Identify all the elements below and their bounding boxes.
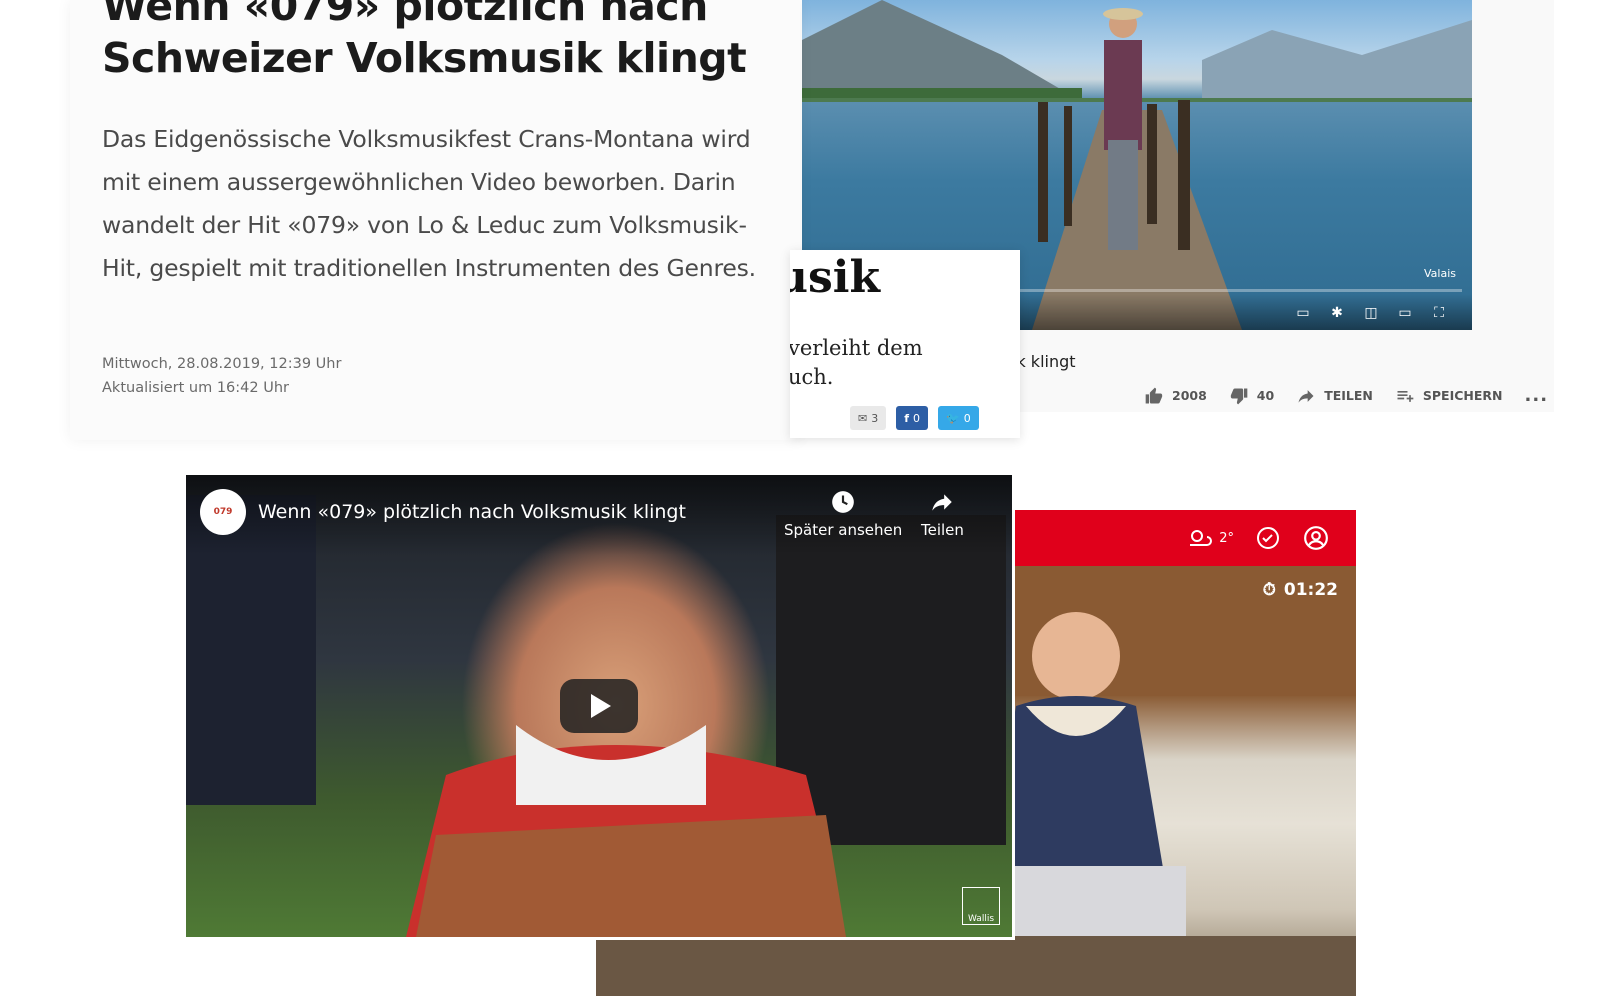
share-button[interactable]: TEILEN bbox=[1296, 386, 1373, 406]
dislike-button[interactable]: 40 bbox=[1229, 386, 1274, 406]
thumbs-down-icon bbox=[1230, 388, 1248, 404]
share-video-label: Teilen bbox=[921, 521, 964, 539]
published-date: Mittwoch, 28.08.2019, 12:39 Uhr bbox=[102, 356, 342, 372]
fullscreen-icon[interactable]: ⛶ bbox=[1430, 306, 1448, 320]
mail-count: 3 bbox=[871, 411, 879, 425]
share-label: TEILEN bbox=[1324, 388, 1373, 403]
thumbs-up-icon bbox=[1145, 387, 1163, 403]
facebook-share-button[interactable]: f 0 bbox=[896, 406, 929, 430]
facebook-icon: f bbox=[904, 411, 910, 425]
play-icon bbox=[591, 694, 611, 718]
share-video-button[interactable]: Teilen bbox=[921, 489, 964, 539]
clock-icon bbox=[832, 491, 854, 513]
theater-mode-icon[interactable]: ▭ bbox=[1396, 306, 1414, 320]
article-lead: Das Eidgenössische Volksmusikfest Crans-… bbox=[102, 125, 756, 282]
video-title-fragment: ik klingt bbox=[1012, 352, 1076, 371]
header-icons: 2° bbox=[1185, 524, 1330, 552]
video-duration: ⏱ 01:22 bbox=[1263, 580, 1338, 600]
video-title[interactable]: Wenn «079» plötzlich nach Volksmusik kli… bbox=[258, 501, 686, 523]
valais-watermark: Valais bbox=[1424, 267, 1456, 280]
facebook-count: 0 bbox=[913, 411, 921, 425]
twitter-icon: 🐦 bbox=[946, 411, 960, 425]
mail-icon: ✉ bbox=[858, 411, 868, 425]
subtitles-icon[interactable]: ▭ bbox=[1294, 306, 1312, 320]
more-button[interactable]: ... bbox=[1525, 385, 1549, 406]
user-account-icon[interactable] bbox=[1302, 524, 1330, 552]
watch-later-label: Später ansehen bbox=[784, 521, 903, 539]
save-button[interactable]: SPEICHERN bbox=[1395, 386, 1503, 406]
article-dates: Mittwoch, 28.08.2019, 12:39 Uhr Aktualis… bbox=[102, 352, 341, 400]
like-count: 2008 bbox=[1172, 388, 1207, 403]
miniplayer-icon[interactable]: ◫ bbox=[1362, 306, 1380, 320]
shield-check-icon[interactable] bbox=[1254, 524, 1282, 552]
duration-value: 01:22 bbox=[1283, 580, 1338, 600]
channel-avatar[interactable]: 079 bbox=[200, 489, 246, 535]
wallis-watermark: Wallis bbox=[962, 887, 1000, 925]
play-button[interactable] bbox=[560, 679, 638, 733]
stopwatch-icon: ⏱ bbox=[1262, 580, 1276, 600]
article-title: Wenn «079» plötzlich nach Schweizer Volk… bbox=[102, 0, 747, 82]
watch-later-button[interactable]: Später ansehen bbox=[784, 489, 902, 539]
overlay-article-card: usik verleiht dem uch. ✉ 3 f 0 🐦 0 bbox=[790, 250, 1020, 438]
share-arrow-icon bbox=[1298, 389, 1314, 403]
article-card: Wenn «079» plötzlich nach Schweizer Volk… bbox=[70, 0, 800, 440]
teaser-line-1: verleiht dem bbox=[790, 336, 923, 360]
share-buttons: ✉ 3 f 0 🐦 0 bbox=[850, 406, 979, 430]
like-button[interactable]: 2008 bbox=[1144, 386, 1207, 406]
playlist-add-icon bbox=[1397, 390, 1414, 402]
twitter-count: 0 bbox=[963, 411, 971, 425]
teaser-fragment: verleiht dem uch. bbox=[790, 334, 1020, 392]
save-label: SPEICHERN bbox=[1422, 388, 1503, 403]
share-arrow-icon bbox=[932, 494, 953, 511]
temperature: 2° bbox=[1219, 530, 1234, 546]
dislike-count: 40 bbox=[1256, 388, 1275, 403]
youtube-actions: 2008 40 TEILEN SPEICHERN ... bbox=[1144, 385, 1548, 406]
facebook-video[interactable]: 079 Wenn «079» plötzlich nach Volksmusik… bbox=[183, 472, 1015, 940]
weather-icon[interactable] bbox=[1185, 524, 1213, 552]
avatar-label: 079 bbox=[213, 507, 233, 517]
twitter-share-button[interactable]: 🐦 0 bbox=[938, 406, 979, 430]
mail-share-button[interactable]: ✉ 3 bbox=[850, 406, 887, 430]
headline-fragment: usik bbox=[790, 252, 880, 303]
more-dots-icon: ... bbox=[1524, 385, 1549, 406]
updated-date: Aktualisiert um 16:42 Uhr bbox=[102, 380, 289, 396]
settings-gear-icon[interactable]: ✱ bbox=[1328, 306, 1346, 320]
teaser-line-2: uch. bbox=[790, 365, 834, 389]
